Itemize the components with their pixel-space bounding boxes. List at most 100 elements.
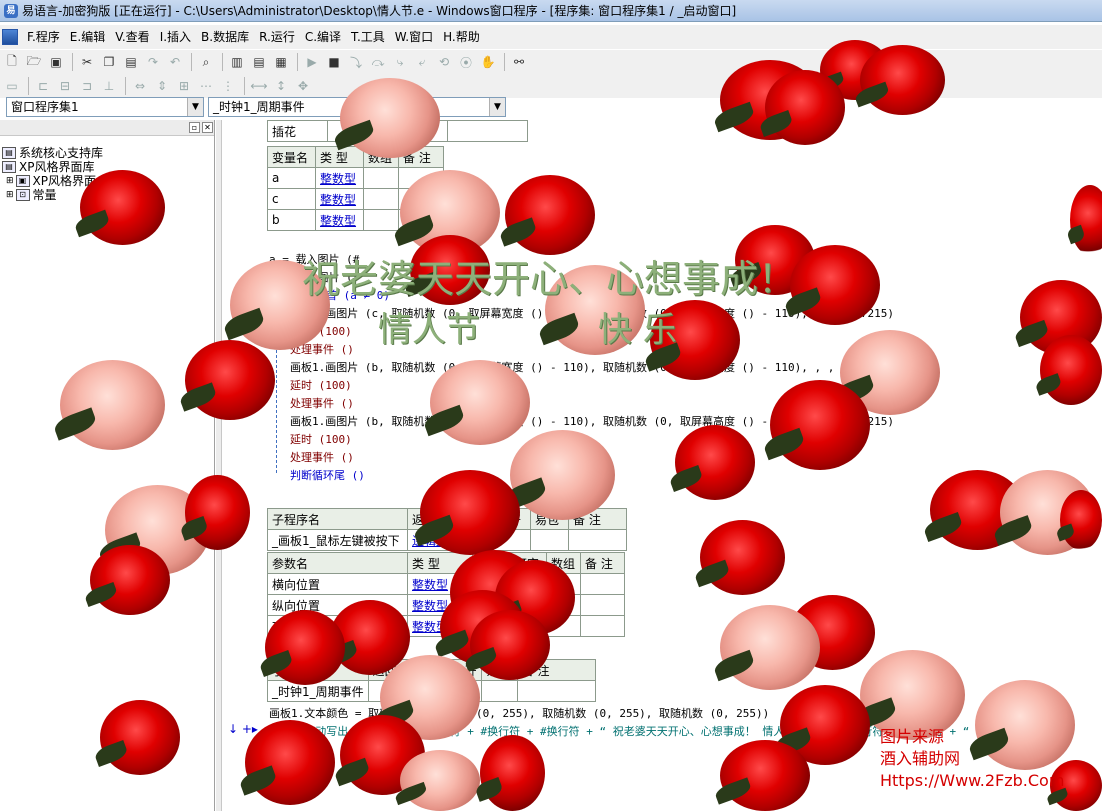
stop-icon[interactable]: ■ [324,52,344,72]
close-icon[interactable]: ✕ [202,122,213,133]
code-line[interactable]: 判断循环首 (a ≠ 0) [282,287,390,303]
breakpoint-icon[interactable]: ⟲ [434,52,454,72]
copy-icon[interactable]: ❐ [99,52,119,72]
menu-tools[interactable]: T.工具 [346,27,390,47]
table-row: _画板1_鼠标左键被按下 逻辑型 [267,529,627,551]
menu-insert[interactable]: I.插入 [155,27,196,47]
expand-icon[interactable]: ⊞ [6,176,14,186]
menu-view[interactable]: V.查看 [110,27,154,47]
toolbar-separator [504,53,505,71]
title-bar: 易 易语言-加密狗版 [正在运行] - C:\Users\Administrat… [0,0,1102,22]
restore-icon[interactable]: ▫ [189,122,200,133]
sub-header: 备 注 [568,508,627,530]
align-left-icon[interactable]: ⊏ [33,76,53,96]
open-folder-icon[interactable]: 🗁 [24,52,44,72]
toolbar-separator [297,53,298,71]
var-name[interactable]: a [267,167,316,189]
subroutine-select[interactable]: _时钟1_周期事件 ▼ [208,97,506,117]
code-line[interactable]: 延时 (100) [290,323,352,339]
layout-3-icon[interactable]: ▦ [271,52,291,72]
align-bottom-icon[interactable]: ⊥ [99,76,119,96]
code-line[interactable]: 延时 (100) [290,431,352,447]
param-name[interactable]: 纵向位置 [267,594,408,616]
menu-bar: F.程序 E.编辑 V.查看 I.插入 B.数据库 R.运行 C.编译 T.工具… [0,25,1102,49]
chevron-down-icon[interactable]: ▼ [187,98,203,116]
code-line[interactable]: 画板1.画图片 (b, 取随机数 (0, 取屏幕宽度 () - 110), 取随… [290,413,894,429]
space-horizontal-icon[interactable]: ⋯ [196,76,216,96]
app-logo-icon [2,29,18,45]
step-out-icon[interactable]: ⤶ [412,52,432,72]
support-library-panel: ▫ ✕ ▤ 系统核心支持库 ▤ XP风格界面库 ⊞ ▣ XP风格界面 ⊞ ⊡ 常… [0,120,215,811]
same-size-icon[interactable]: ⊞ [174,76,194,96]
param-name[interactable]: 横向位置 [267,573,408,595]
undo-icon[interactable]: ↶ [165,52,185,72]
code-line[interactable]: 延时 (100) [290,377,352,393]
param-type-link[interactable]: 整数型 [412,620,448,634]
subroutine-name[interactable]: _时钟1_周期事件 [267,680,369,702]
layout-2-icon[interactable]: ▤ [249,52,269,72]
subroutine-name[interactable]: _画板1_鼠标左键被按下 [267,529,408,551]
param-type-link[interactable]: 整数型 [412,578,448,592]
toolbar-separator [222,53,223,71]
same-height-icon[interactable]: ⇕ [152,76,172,96]
same-width-icon[interactable]: ⇔ [130,76,150,96]
var-name[interactable]: b [267,209,316,231]
param-type-link[interactable]: 整数型 [412,599,448,613]
params-table: 参数名 类 型 参考 可空 数组 备 注 横向位置 整数型 纵向位置 整数型 功能键… [267,552,625,637]
table-row: b 整数型 [267,209,444,231]
tree-item-constants[interactable]: ⊞ ⊡ 常量 [6,186,57,203]
code-line[interactable]: 画板1.画图片 (c, 取随机数 (0, 取屏幕宽度 () - 110), 取随… [290,305,894,321]
step-over-icon[interactable]: ⤼ [368,52,388,72]
return-type-link[interactable]: 逻辑型 [412,534,448,548]
step-icon[interactable]: ⤵ [346,52,366,72]
param-name[interactable]: 功能键状态 [267,615,408,637]
code-line[interactable]: a = 载入图片 (# [269,251,359,267]
subroutine-select-value: _时钟1_周期事件 [213,100,305,114]
step-into-icon[interactable]: ⤷ [390,52,410,72]
find-icon[interactable]: ⌕ [196,52,216,72]
code-line[interactable]: c = 载入图片 (# [269,269,359,285]
menu-database[interactable]: B.数据库 [196,27,254,47]
code-line[interactable]: 画板1.文本颜色 = 取颜色值 (取随机数 (0, 255), 取随机数 (0,… [269,705,769,721]
menu-help[interactable]: H.帮助 [438,27,485,47]
menu-run[interactable]: R.运行 [254,27,300,47]
new-file-icon[interactable]: 🗋 [2,52,22,72]
var-type-link[interactable]: 整数型 [320,193,356,207]
redo-icon[interactable]: ↷ [143,52,163,72]
align-toolbar: ▭ ⊏ ⊟ ⊐ ⊥ ⇔ ⇕ ⊞ ⋯ ⋮ ⟷ ↕ ✥ [0,74,1102,98]
binoculars-icon[interactable]: ⚯ [509,52,529,72]
save-icon[interactable]: ▣ [46,52,66,72]
hand-icon[interactable]: ✋ [478,52,498,72]
code-editor[interactable]: 插花 变量名 类 型 数组 备 注 a 整数型 c 整数型 b 整数型 a = 载入图… [222,120,1102,811]
code-line[interactable]: 处理事件 () [290,449,354,465]
code-line[interactable]: 画板1.画图片 (b, 取随机数 (0, 取屏幕宽度 () - 110), 取随… [290,359,834,375]
menu-compile[interactable]: C.编译 [300,27,346,47]
space-vertical-icon[interactable]: ⋮ [218,76,238,96]
align-right-icon[interactable]: ⊐ [77,76,97,96]
layout-1-icon[interactable]: ▥ [227,52,247,72]
paste-icon[interactable]: ▤ [121,52,141,72]
menu-edit[interactable]: E.编辑 [65,27,110,47]
menu-program[interactable]: F.程序 [22,27,65,47]
constant-icon: ⊡ [15,188,30,201]
menu-window[interactable]: W.窗口 [390,27,438,47]
center-h-icon[interactable]: ⟷ [249,76,269,96]
watch-icon[interactable]: ⦿ [456,52,476,72]
align-center-icon[interactable]: ⊟ [55,76,75,96]
code-line[interactable]: 判断循环尾 () [290,467,365,483]
toolbar-separator [28,77,29,95]
expand-icon[interactable]: ⊞ [6,190,14,200]
code-line[interactable]: 处理事件 () [290,395,354,411]
code-line[interactable]: 画板1.滚动写出 (#换行符 + #换行符 + #换行符 + #换行符 + “ … [269,723,969,739]
var-name[interactable]: c [267,188,316,210]
chevron-down-icon[interactable]: ▼ [489,98,505,116]
align-icon[interactable]: ▭ [2,76,22,96]
center-both-icon[interactable]: ✥ [293,76,313,96]
center-v-icon[interactable]: ↕ [271,76,291,96]
var-type-link[interactable]: 整数型 [320,214,356,228]
run-icon[interactable]: ▶ [302,52,322,72]
cut-icon[interactable]: ✂ [77,52,97,72]
code-line[interactable]: 处理事件 () [290,341,354,357]
assembly-select[interactable]: 窗口程序集1 ▼ [6,97,204,117]
var-type-link[interactable]: 整数型 [320,172,356,186]
